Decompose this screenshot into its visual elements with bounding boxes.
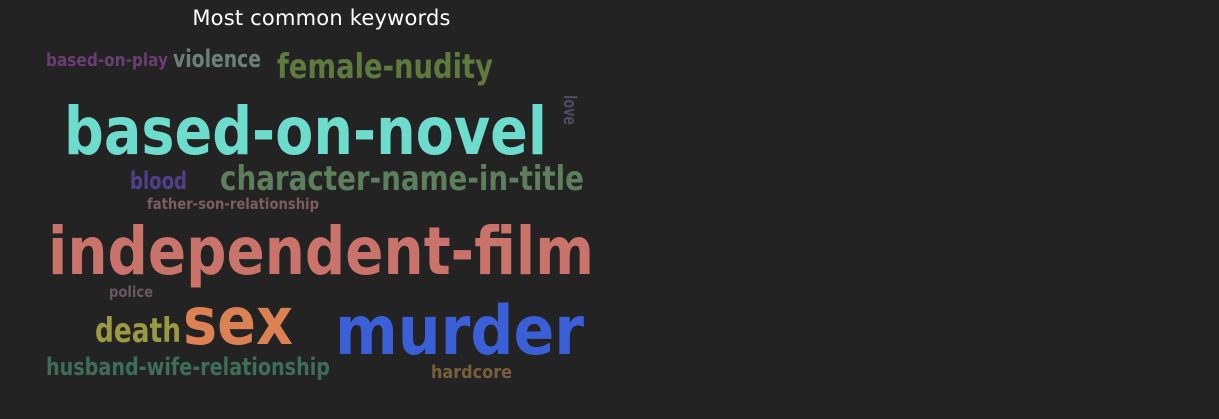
word-sex: sex: [183, 283, 293, 360]
word-based-on-play: based-on-play: [46, 50, 168, 71]
word-love: love: [559, 95, 580, 125]
word-blood: blood: [130, 167, 187, 195]
word-father-son-relationship: father-son-relationship: [147, 195, 319, 213]
word-murder: murder: [335, 292, 584, 371]
word-cloud: independent-filmbased-on-novelmurdersexc…: [46, 45, 594, 383]
word-female-nudity: female-nudity: [277, 47, 493, 87]
word-violence: violence: [173, 45, 261, 73]
word-death: death: [95, 311, 181, 351]
word-hardcore: hardcore: [431, 362, 512, 383]
word-husband-wife-relationship: husband-wife-relationship: [46, 353, 330, 381]
word-character-name-in-title: character-name-in-title: [220, 159, 584, 199]
word-police: police: [109, 283, 153, 301]
word-independent-film: independent-film: [48, 213, 594, 290]
